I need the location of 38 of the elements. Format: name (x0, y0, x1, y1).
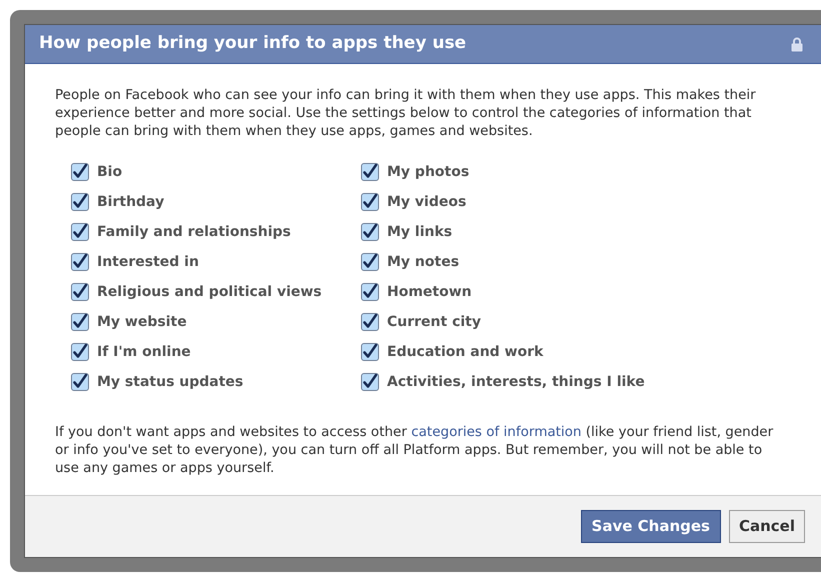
intro-paragraph: People on Facebook who can see your info can bring it with them when they use apps. This makes their experience better and more social. Use the settings below to control the categories of information that people can bring with them when they use apps, games and websites. (55, 86, 757, 140)
checkbox[interactable] (361, 193, 379, 211)
option-label: Interested in (97, 252, 199, 272)
option-label: Religious and political views (97, 282, 322, 302)
dialog-title: How people bring your info to apps they use (39, 32, 466, 56)
checkbox[interactable] (71, 223, 89, 241)
checkbox[interactable] (71, 343, 89, 361)
checkbox[interactable] (361, 313, 379, 331)
checkbox[interactable] (71, 163, 89, 181)
checkbox[interactable] (71, 253, 89, 271)
checkbox[interactable] (361, 223, 379, 241)
checkbox[interactable] (361, 253, 379, 271)
checkbox[interactable] (71, 373, 89, 391)
option-label: Current city (387, 312, 481, 332)
checkbox[interactable] (361, 283, 379, 301)
option-label: Activities, interests, things I like (387, 372, 645, 392)
cancel-button[interactable]: Cancel (728, 510, 805, 543)
option-label: Family and relationships (97, 222, 291, 242)
checkbox[interactable] (71, 313, 89, 331)
checkbox[interactable] (361, 163, 379, 181)
option-label: My notes (387, 252, 460, 272)
option-label: Birthday (97, 192, 164, 212)
option-label: My status updates (97, 372, 244, 392)
option-label: My photos (387, 162, 470, 182)
categories-link[interactable]: categories of information (411, 424, 582, 440)
checkbox[interactable] (361, 343, 379, 361)
option-label: Bio (97, 162, 122, 182)
save-button[interactable]: Save Changes (580, 510, 721, 543)
checkbox[interactable] (361, 373, 379, 391)
option-label: My links (387, 222, 452, 242)
checkbox[interactable] (71, 193, 89, 211)
option-label: My videos (387, 192, 466, 212)
checkbox[interactable] (71, 283, 89, 301)
option-label: My website (97, 312, 187, 332)
note-paragraph: If you don't want apps and websites to access other categories of information (like your friend list, gender or info you've set to everyone), you can turn off all Platform apps. But remember, you will not be able to use any games or apps yourself. (55, 423, 774, 477)
option-label: Hometown (387, 282, 472, 302)
option-label: If I'm online (97, 342, 191, 362)
option-label: Education and work (387, 342, 544, 362)
